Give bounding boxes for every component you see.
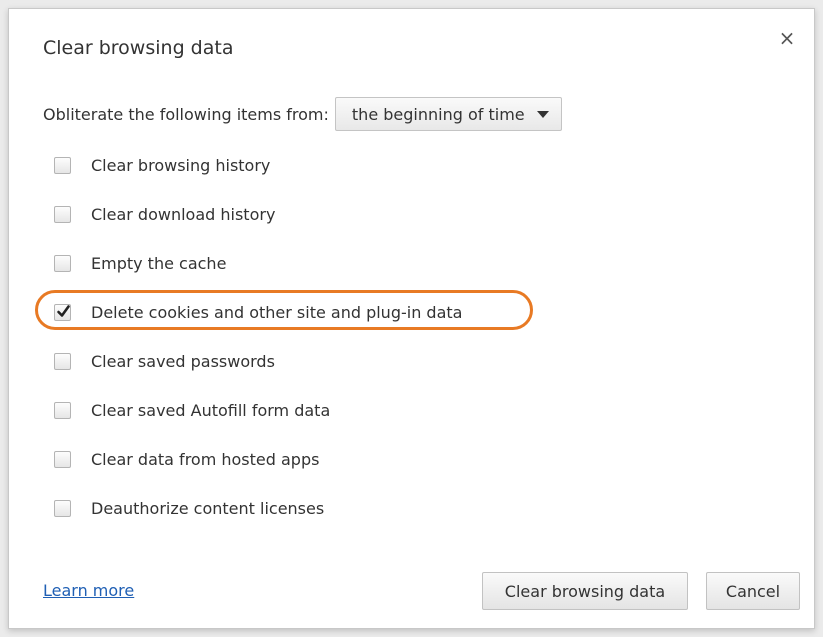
obliterate-label: Obliterate the following items from:	[43, 104, 329, 124]
checkbox[interactable]	[54, 401, 71, 419]
checkbox-checked[interactable]	[54, 303, 71, 321]
option-deauthorize-licenses[interactable]: Deauthorize content licenses	[54, 494, 324, 522]
option-delete-cookies[interactable]: Delete cookies and other site and plug-i…	[54, 298, 462, 326]
close-icon[interactable]: ×	[776, 27, 798, 49]
option-label: Delete cookies and other site and plug-i…	[91, 302, 463, 322]
cancel-button[interactable]: Cancel	[706, 572, 800, 610]
checkmark-icon	[57, 304, 70, 317]
option-clear-download-history[interactable]: Clear download history	[54, 200, 275, 228]
option-label: Empty the cache	[91, 253, 227, 273]
time-range-value: the beginning of time	[351, 104, 525, 124]
checkbox[interactable]	[54, 499, 71, 517]
option-clear-browsing-history[interactable]: Clear browsing history	[54, 151, 270, 179]
checkbox[interactable]	[54, 156, 71, 174]
checkbox[interactable]	[54, 352, 71, 370]
option-clear-hosted-apps[interactable]: Clear data from hosted apps	[54, 445, 319, 473]
checkbox[interactable]	[54, 254, 71, 272]
learn-more-link[interactable]: Learn more	[43, 581, 134, 600]
dialog-title: Clear browsing data	[43, 37, 234, 59]
option-label: Clear browsing history	[91, 155, 271, 175]
clear-browsing-data-dialog: Clear browsing data × Obliterate the fol…	[8, 8, 815, 629]
option-clear-saved-passwords[interactable]: Clear saved passwords	[54, 347, 275, 375]
option-label: Clear download history	[91, 204, 276, 224]
option-label: Deauthorize content licenses	[91, 498, 325, 518]
option-label: Clear data from hosted apps	[91, 449, 320, 469]
option-clear-autofill[interactable]: Clear saved Autofill form data	[54, 396, 330, 424]
option-label: Clear saved passwords	[91, 351, 275, 371]
clear-browsing-data-button[interactable]: Clear browsing data	[482, 572, 688, 610]
obliterate-row: Obliterate the following items from: the…	[43, 95, 562, 133]
dropdown-arrow-icon	[536, 110, 549, 118]
checkbox[interactable]	[54, 450, 71, 468]
option-empty-cache[interactable]: Empty the cache	[54, 249, 226, 277]
option-label: Clear saved Autofill form data	[91, 400, 331, 420]
checkbox[interactable]	[54, 205, 71, 223]
time-range-select[interactable]: the beginning of time	[334, 97, 562, 131]
